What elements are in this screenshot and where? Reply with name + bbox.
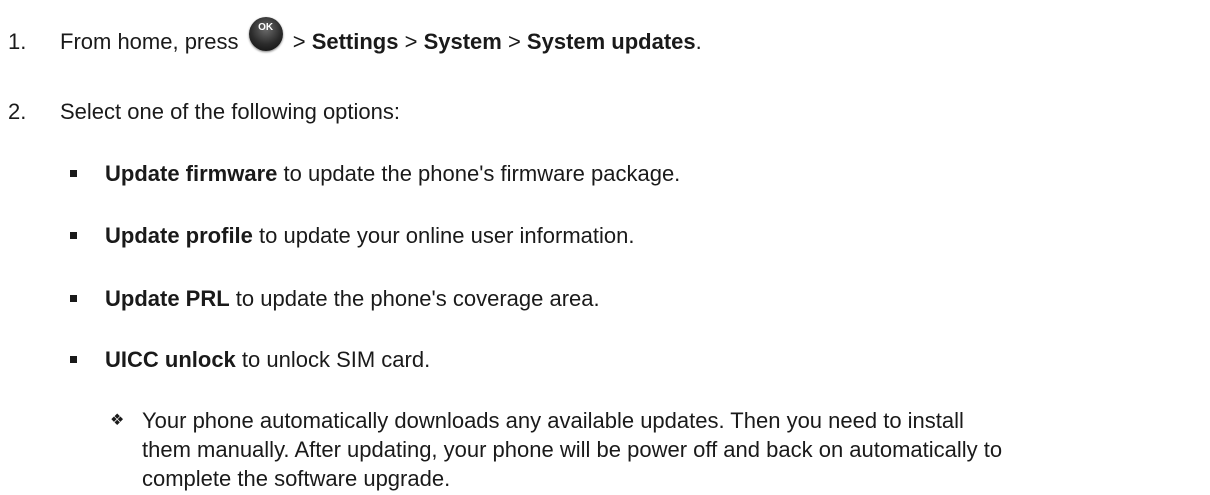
square-bullet-icon — [70, 355, 77, 363]
path-separator: > — [398, 29, 424, 54]
option-description: to update the phone's firmware package. — [277, 161, 681, 186]
menu-path-system: System — [423, 29, 502, 54]
step-2: 2. Select one of the following options: — [8, 99, 400, 125]
step-1: 1. From home, press OK > Settings > Syste… — [8, 17, 702, 63]
menu-path-system-updates: System updates — [526, 29, 696, 54]
step-text: From home, press — [60, 29, 245, 54]
option-name: Update firmware — [105, 161, 278, 186]
menu-path-settings: Settings — [311, 29, 399, 54]
option-description: to update your online user information. — [252, 223, 635, 248]
step-text: Select one of the following options: — [60, 99, 401, 124]
step-end: . — [695, 29, 702, 54]
path-separator: > — [501, 29, 527, 54]
step-number: 1. — [8, 29, 27, 54]
path-separator: > — [286, 29, 312, 54]
note-line: them manually. After updating, your phon… — [142, 437, 1003, 462]
step-number: 2. — [8, 99, 27, 124]
option-item: UICC unlock to unlock SIM card. — [70, 347, 430, 373]
option-description: to update the phone's coverage area. — [229, 286, 600, 311]
ok-button-icon: OK — [248, 17, 283, 51]
option-name: Update PRL — [105, 286, 230, 311]
square-bullet-icon — [70, 169, 77, 177]
square-bullet-icon — [70, 231, 77, 239]
option-description: to unlock SIM card. — [235, 347, 431, 372]
diamond-bullet-icon: ❖ — [110, 412, 125, 429]
note-line: complete the software upgrade. — [142, 466, 451, 491]
square-bullet-icon — [70, 294, 77, 302]
option-item: Update PRL to update the phone's coverag… — [70, 286, 600, 312]
option-name: UICC unlock — [105, 347, 236, 372]
note-line: Your phone automatically downloads any a… — [142, 408, 964, 433]
option-item: Update firmware to update the phone's fi… — [70, 161, 680, 187]
option-item: Update profile to update your online use… — [70, 223, 634, 249]
option-name: Update profile — [105, 223, 253, 248]
